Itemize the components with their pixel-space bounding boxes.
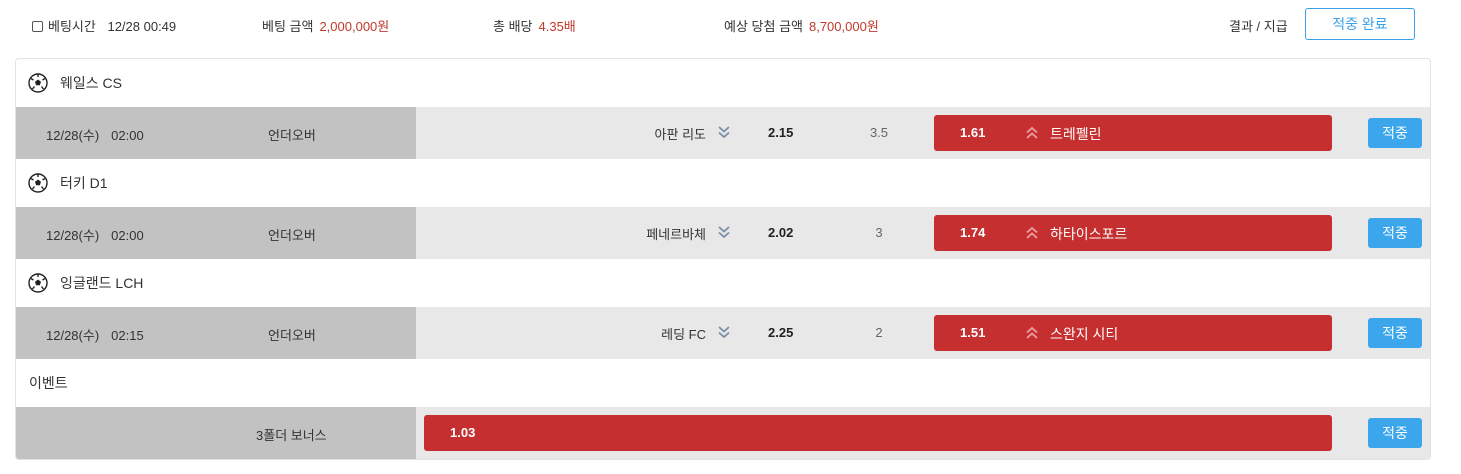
expected-win: 예상 당첨 금액 8,700,000원 xyxy=(724,16,879,35)
market-type: 언더오버 xyxy=(268,228,316,243)
home-odds: 2.02 xyxy=(768,225,794,240)
expected-win-label: 예상 당첨 금액 xyxy=(724,19,803,34)
select-checkbox[interactable] xyxy=(32,21,43,32)
double-chevron-down-icon xyxy=(718,226,730,239)
match-datetime: 12/28(수) 02:00 xyxy=(46,225,144,244)
bet-amount-label: 베팅 금액 xyxy=(262,19,314,34)
match-date: 12/28(수) xyxy=(46,128,100,143)
total-odds-value: 4.35배 xyxy=(538,19,576,34)
match-time: 02:00 xyxy=(111,228,144,243)
selected-odds: 1.74 xyxy=(960,225,986,240)
base-line: 3.5 xyxy=(869,125,889,140)
league-name: 웨일스 CS xyxy=(60,75,122,91)
selected-pick: 1.74 하타이스포르 xyxy=(934,215,1332,251)
bet-row: 12/28(수) 02:00 언더오버 아판 리도 2.15 3.5 1.61 트… xyxy=(16,107,1430,159)
bet-amount: 베팅 금액 2,000,000원 xyxy=(262,16,389,35)
bonus-row-info: 3폴더 보너스 xyxy=(16,407,416,459)
market-type: 언더오버 xyxy=(268,328,316,343)
league-header: 웨일스 CS xyxy=(16,59,1430,107)
total-odds-label: 총 배당 xyxy=(493,19,533,34)
league-name: 잉글랜드 LCH xyxy=(60,275,144,291)
bonus-pick: 1.03 xyxy=(424,415,1332,451)
double-chevron-down-icon xyxy=(718,326,730,339)
away-team: 스완지 시티 xyxy=(1050,326,1119,342)
double-chevron-down-icon xyxy=(718,126,730,139)
league-header: 잉글랜드 LCH xyxy=(16,259,1430,307)
bet-row-info: 12/28(수) 02:00 언더오버 xyxy=(16,107,416,159)
base-line: 3 xyxy=(875,225,883,240)
match-date: 12/28(수) xyxy=(46,228,100,243)
total-odds: 총 배당 4.35배 xyxy=(493,16,576,35)
bet-time: 베팅시간 12/28 00:49 xyxy=(32,16,176,35)
bonus-row: 3폴더 보너스 1.03 적중 xyxy=(16,407,1430,459)
match-datetime: 12/28(수) 02:00 xyxy=(46,125,144,144)
event-header: 이벤트 xyxy=(29,375,68,391)
selected-odds: 1.51 xyxy=(960,325,986,340)
result-badge-hit[interactable]: 적중 xyxy=(1368,218,1422,248)
league-name: 터키 D1 xyxy=(60,175,108,191)
match-time: 02:00 xyxy=(111,128,144,143)
selected-pick: 1.61 트레펠린 xyxy=(934,115,1332,151)
result-badge-hit[interactable]: 적중 xyxy=(1368,118,1422,148)
expected-win-value: 8,700,000원 xyxy=(808,19,879,34)
double-chevron-up-icon xyxy=(1026,226,1038,239)
home-team: 레딩 FC xyxy=(661,327,706,342)
home-team: 아판 리도 xyxy=(654,127,706,142)
status-button[interactable]: 적중 완료 xyxy=(1305,8,1415,40)
bet-row: 12/28(수) 02:15 언더오버 레딩 FC 2.25 2 1.51 스완지… xyxy=(16,307,1430,359)
soccer-ball-icon xyxy=(28,73,48,93)
bet-row-info: 12/28(수) 02:00 언더오버 xyxy=(16,207,416,259)
bet-time-label: 베팅시간 xyxy=(48,19,96,34)
selected-pick: 1.51 스완지 시티 xyxy=(934,315,1332,351)
bonus-odds: 1.03 xyxy=(450,425,476,440)
result-label: 결과 / 지급 xyxy=(1229,19,1288,34)
bonus-name: 3폴더 보너스 xyxy=(256,428,327,443)
bet-time-value: 12/28 00:49 xyxy=(107,19,177,34)
bet-amount-value: 2,000,000원 xyxy=(319,19,390,34)
bet-row-info: 12/28(수) 02:15 언더오버 xyxy=(16,307,416,359)
away-team: 트레펠린 xyxy=(1050,126,1102,142)
result-badge-hit[interactable]: 적중 xyxy=(1368,318,1422,348)
match-time: 02:15 xyxy=(111,328,144,343)
selected-odds: 1.61 xyxy=(960,125,986,140)
away-team: 하타이스포르 xyxy=(1050,226,1128,242)
match-date: 12/28(수) xyxy=(46,328,100,343)
base-line: 2 xyxy=(875,325,883,340)
market-type: 언더오버 xyxy=(268,128,316,143)
match-datetime: 12/28(수) 02:15 xyxy=(46,325,144,344)
league-header: 터키 D1 xyxy=(16,159,1430,207)
result-badge-hit[interactable]: 적중 xyxy=(1368,418,1422,448)
home-odds: 2.25 xyxy=(768,325,794,340)
double-chevron-up-icon xyxy=(1026,326,1038,339)
soccer-ball-icon xyxy=(28,173,48,193)
bet-row: 12/28(수) 02:00 언더오버 페네르바체 2.02 3 1.74 하타이… xyxy=(16,207,1430,259)
home-team: 페네르바체 xyxy=(646,227,706,242)
bet-slip-card: 웨일스 CS 12/28(수) 02:00 언더오버 아판 리도 2.15 3.5… xyxy=(15,58,1431,460)
soccer-ball-icon xyxy=(28,273,48,293)
bet-summary-bar: 베팅시간 12/28 00:49 베팅 금액 2,000,000원 총 배당 4.3… xyxy=(0,0,1461,48)
home-odds: 2.15 xyxy=(768,125,794,140)
double-chevron-up-icon xyxy=(1026,126,1038,139)
